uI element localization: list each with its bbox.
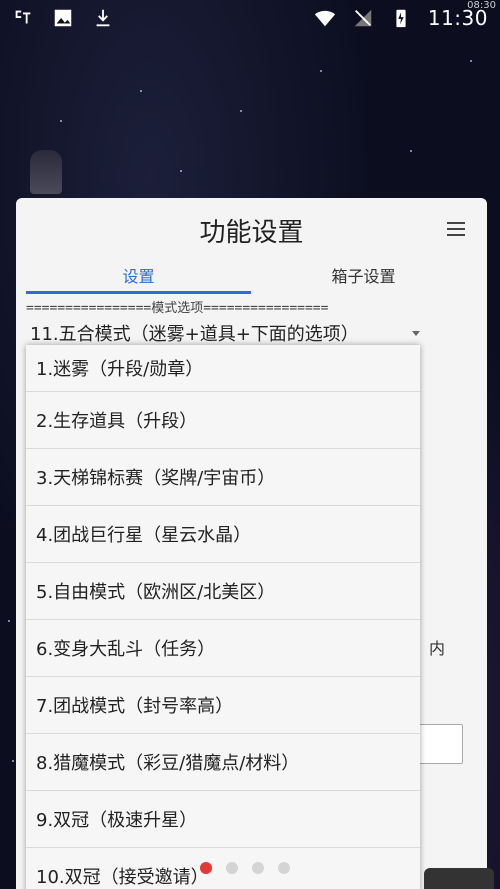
text-input[interactable] [415, 724, 463, 764]
menu-icon[interactable] [447, 222, 465, 236]
page-dot[interactable] [200, 862, 212, 874]
mode-select-value: 11.五合模式（迷雾+道具+下面的选项） [30, 324, 359, 345]
tab-box-settings[interactable]: 箱子设置 [251, 264, 476, 294]
mode-select[interactable]: 11.五合模式（迷雾+道具+下面的选项） [30, 318, 420, 348]
dropdown-option[interactable]: 2.生存道具（升段） [26, 392, 420, 449]
mode-dropdown-list: 1.迷雾（升段/勋章） 2.生存道具（升段） 3.天梯锦标赛（奖牌/宇宙币） 4… [26, 345, 420, 889]
dropdown-option[interactable]: 8.猎魔模式（彩豆/猎魔点/材料） [26, 734, 420, 791]
tab-bar: 设置 箱子设置 [26, 264, 476, 294]
floating-avatar[interactable] [30, 150, 62, 194]
download-icon [96, 9, 110, 27]
notification-app-icon [15, 10, 31, 24]
overlay-time-text: 08:30 [467, 0, 496, 11]
page-dot[interactable] [278, 862, 290, 874]
dropdown-option[interactable]: 6.变身大乱斗（任务） [26, 620, 420, 677]
dropdown-option[interactable]: 9.双冠（极速升星） [26, 791, 420, 848]
panel-title: 功能设置 [199, 218, 304, 248]
dropdown-option[interactable]: 1.迷雾（升段/勋章） [26, 345, 420, 392]
page-dot[interactable] [252, 862, 264, 874]
wifi-icon [314, 10, 335, 27]
partial-label: 内 [429, 639, 446, 658]
status-bar: 11:30 08:30 [0, 0, 500, 36]
corner-thumbnail [424, 868, 494, 889]
tab-settings[interactable]: 设置 [26, 264, 251, 294]
page-dot[interactable] [226, 862, 238, 874]
no-signal-icon [354, 9, 372, 27]
battery-charging-icon [396, 9, 406, 28]
dropdown-option[interactable]: 5.自由模式（欧洲区/北美区） [26, 563, 420, 620]
dropdown-option[interactable]: 3.天梯锦标赛（奖牌/宇宙币） [26, 449, 420, 506]
page-indicator [200, 862, 290, 874]
chevron-down-icon [412, 330, 420, 336]
dropdown-option[interactable]: 7.团战模式（封号率高） [26, 677, 420, 734]
mode-section-header: ================模式选项================ [26, 301, 329, 316]
dropdown-option[interactable]: 4.团战巨行星（星云水晶） [26, 506, 420, 563]
image-icon [54, 9, 72, 27]
